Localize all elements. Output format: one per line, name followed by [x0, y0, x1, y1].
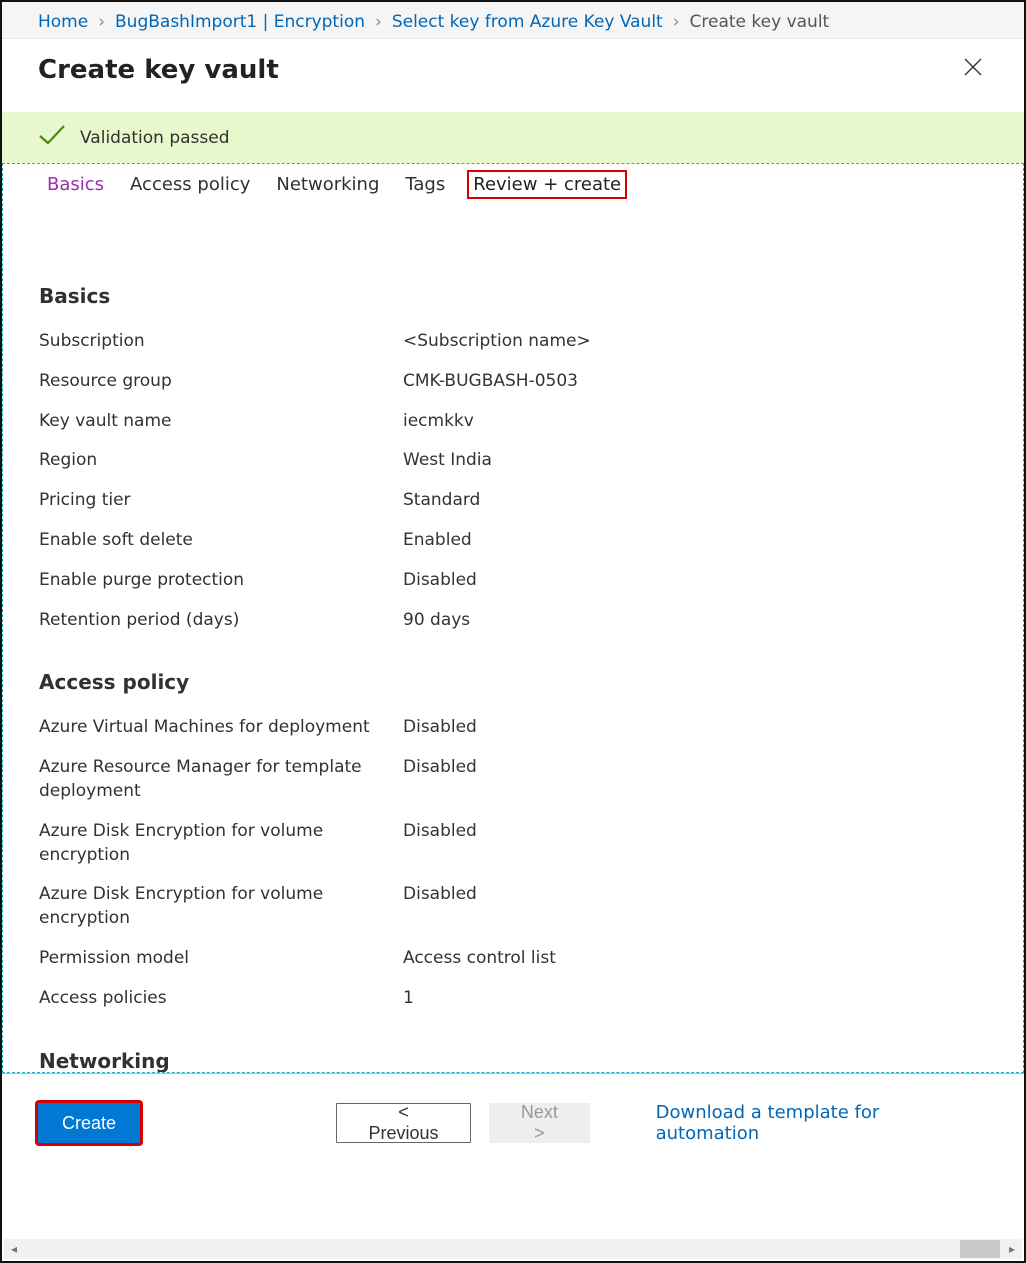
- label-avm-deploy: Azure Virtual Machines for deployment: [39, 716, 403, 740]
- tab-networking[interactable]: Networking: [276, 174, 379, 195]
- value-avm-deploy: Disabled: [403, 716, 477, 740]
- tab-basics[interactable]: Basics: [47, 174, 104, 195]
- row-subscription: Subscription <Subscription name>: [39, 322, 987, 362]
- validation-banner: Validation passed: [2, 112, 1024, 163]
- check-icon: [38, 124, 66, 151]
- page-title: Create key vault: [38, 55, 279, 85]
- value-arm-template: Disabled: [403, 756, 477, 804]
- label-permission-model: Permission model: [39, 947, 403, 971]
- footer: Create < Previous Next > Download a temp…: [2, 1074, 1024, 1172]
- section-access-policy: Access policy Azure Virtual Machines for…: [3, 670, 1023, 1018]
- row-ade-volume1: Azure Disk Encryption for volume encrypt…: [39, 812, 987, 876]
- value-retention: 90 days: [403, 609, 470, 633]
- title-bar: Create key vault: [2, 39, 1024, 112]
- breadcrumb-item1[interactable]: BugBashImport1 | Encryption: [115, 12, 365, 32]
- value-ade-volume2: Disabled: [403, 883, 477, 931]
- scroll-left-icon[interactable]: ◂: [4, 1242, 24, 1256]
- tab-review-create[interactable]: Review + create: [467, 170, 627, 199]
- previous-button[interactable]: < Previous: [336, 1103, 471, 1143]
- row-permission-model: Permission model Access control list: [39, 939, 987, 979]
- label-soft-delete: Enable soft delete: [39, 529, 403, 553]
- value-soft-delete: Enabled: [403, 529, 472, 553]
- breadcrumb-item2[interactable]: Select key from Azure Key Vault: [392, 12, 663, 32]
- label-key-vault-name: Key vault name: [39, 410, 403, 434]
- row-access-policies: Access policies 1: [39, 979, 987, 1019]
- section-basics: Basics Subscription <Subscription name> …: [3, 284, 1023, 640]
- tab-strip: Basics Access policy Networking Tags Rev…: [3, 164, 1023, 204]
- row-arm-template: Azure Resource Manager for template depl…: [39, 748, 987, 812]
- label-resource-group: Resource group: [39, 370, 403, 394]
- value-subscription: <Subscription name>: [403, 330, 591, 354]
- validation-text: Validation passed: [80, 128, 230, 148]
- breadcrumb: Home › BugBashImport1 | Encryption › Sel…: [2, 2, 1024, 39]
- section-basics-heading: Basics: [39, 284, 987, 308]
- create-button[interactable]: Create: [38, 1103, 140, 1143]
- section-networking-heading: Networking: [39, 1049, 987, 1073]
- row-pricing-tier: Pricing tier Standard: [39, 481, 987, 521]
- row-purge-protection: Enable purge protection Disabled: [39, 561, 987, 601]
- content-scroll[interactable]: Basics Access policy Networking Tags Rev…: [2, 163, 1024, 1073]
- row-region: Region West India: [39, 441, 987, 481]
- value-purge-protection: Disabled: [403, 569, 477, 593]
- label-retention: Retention period (days): [39, 609, 403, 633]
- close-icon[interactable]: [958, 51, 988, 88]
- value-permission-model: Access control list: [403, 947, 556, 971]
- value-pricing-tier: Standard: [403, 489, 480, 513]
- value-resource-group: CMK-BUGBASH-0503: [403, 370, 578, 394]
- label-arm-template: Azure Resource Manager for template depl…: [39, 756, 403, 804]
- label-access-policies: Access policies: [39, 987, 403, 1011]
- next-button: Next >: [489, 1103, 589, 1143]
- row-key-vault-name: Key vault name iecmkkv: [39, 402, 987, 442]
- chevron-right-icon: ›: [375, 12, 382, 32]
- value-region: West India: [403, 449, 492, 473]
- chevron-right-icon: ›: [98, 12, 105, 32]
- scroll-right-icon[interactable]: ▸: [1002, 1242, 1022, 1256]
- download-template-link[interactable]: Download a template for automation: [656, 1102, 988, 1144]
- value-ade-volume1: Disabled: [403, 820, 477, 868]
- window: Home › BugBashImport1 | Encryption › Sel…: [0, 0, 1026, 1263]
- label-ade-volume2: Azure Disk Encryption for volume encrypt…: [39, 883, 403, 931]
- row-ade-volume2: Azure Disk Encryption for volume encrypt…: [39, 875, 987, 939]
- row-resource-group: Resource group CMK-BUGBASH-0503: [39, 362, 987, 402]
- tab-access-policy[interactable]: Access policy: [130, 174, 250, 195]
- value-access-policies: 1: [403, 987, 414, 1011]
- section-networking: Networking Connectivity method Public en…: [3, 1049, 1023, 1073]
- row-avm-deploy: Azure Virtual Machines for deployment Di…: [39, 708, 987, 748]
- label-region: Region: [39, 449, 403, 473]
- row-retention: Retention period (days) 90 days: [39, 601, 987, 641]
- row-soft-delete: Enable soft delete Enabled: [39, 521, 987, 561]
- section-access-policy-heading: Access policy: [39, 670, 987, 694]
- breadcrumb-home[interactable]: Home: [38, 12, 88, 32]
- horizontal-scrollbar[interactable]: ◂ ▸: [4, 1239, 1022, 1259]
- breadcrumb-current: Create key vault: [690, 12, 830, 32]
- value-key-vault-name: iecmkkv: [403, 410, 474, 434]
- chevron-right-icon: ›: [673, 12, 680, 32]
- label-pricing-tier: Pricing tier: [39, 489, 403, 513]
- scroll-thumb[interactable]: [960, 1240, 1000, 1258]
- label-subscription: Subscription: [39, 330, 403, 354]
- label-ade-volume1: Azure Disk Encryption for volume encrypt…: [39, 820, 403, 868]
- tab-tags[interactable]: Tags: [405, 174, 445, 195]
- label-purge-protection: Enable purge protection: [39, 569, 403, 593]
